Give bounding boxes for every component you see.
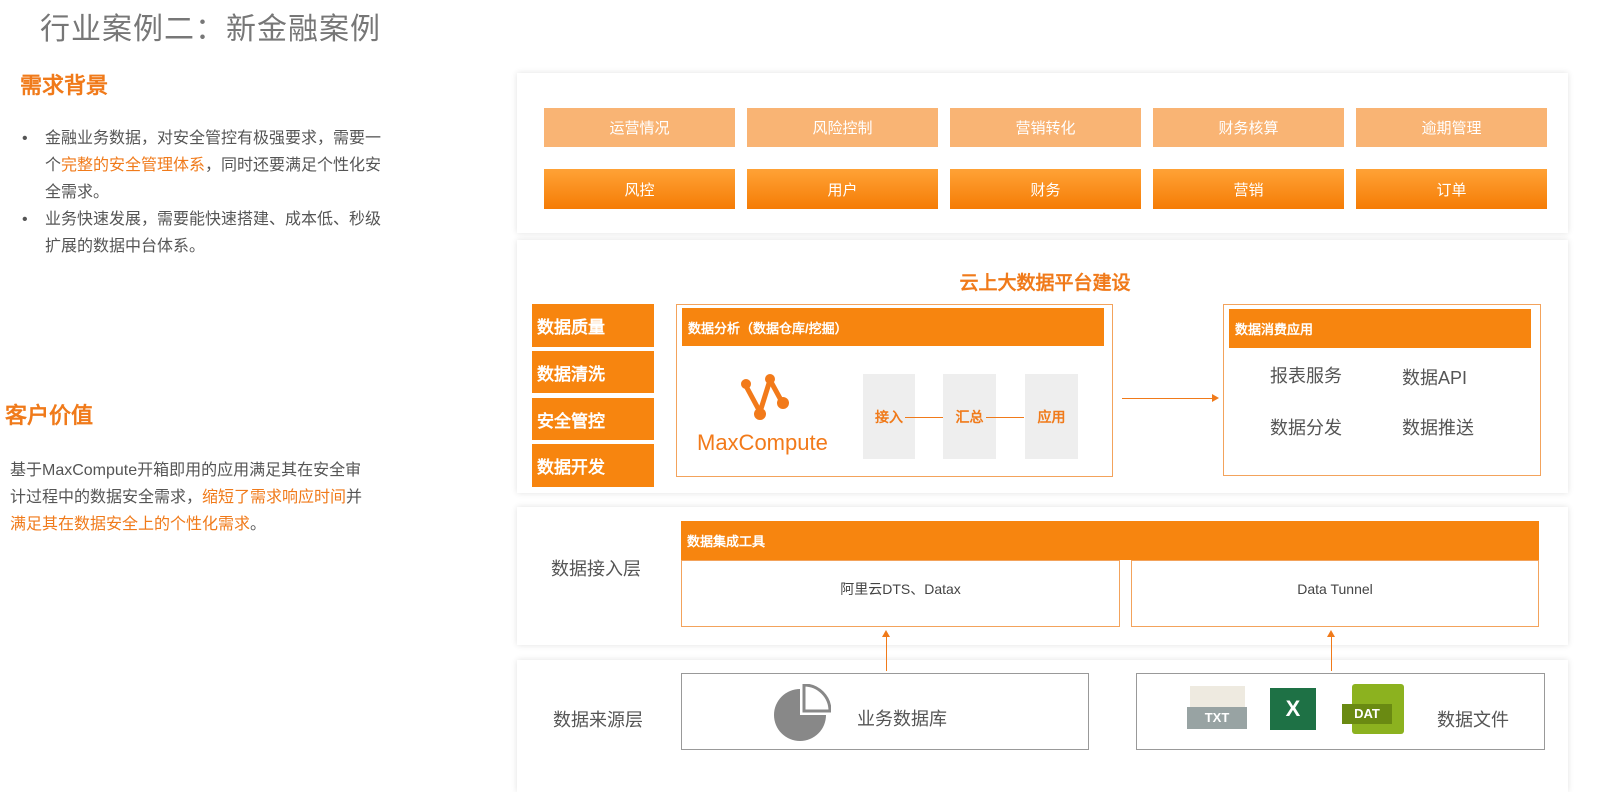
maxcompute-label: MaxCompute (697, 430, 828, 455)
arrow-right-icon (1122, 398, 1214, 399)
business-band (517, 73, 1568, 233)
value-text: 。 (250, 516, 267, 533)
arrow-up-icon (886, 635, 887, 671)
value-highlight: 缩短了需求响应时间 (202, 489, 347, 506)
consume-item: 报表服务 (1270, 366, 1342, 386)
side-box: 安全管控 (532, 398, 654, 440)
arrow-icon (986, 417, 1024, 418)
ingest-header: 数据集成工具 (681, 521, 1539, 560)
business-box: 营销转化 (950, 108, 1141, 147)
arrow-head-icon (882, 630, 890, 637)
consume-item: 数据分发 (1270, 418, 1342, 438)
files-label: 数据文件 (1437, 710, 1509, 730)
value-highlight: 满足其在数据安全上的个性化需求 (10, 516, 251, 533)
consume-header: 数据消费应用 (1229, 309, 1531, 348)
ingest-tool-box: 阿里云DTS、Datax (681, 560, 1120, 627)
bullet-1-highlight: 完整的安全管理体系 (61, 157, 206, 174)
bullet-2-text: 扩展的数据中台体系。 (45, 238, 206, 255)
maxcompute-logo-icon (741, 374, 789, 420)
arrow-icon (905, 417, 943, 418)
page-title: 行业案例二：新金融案例 (40, 13, 381, 46)
side-box: 数据质量 (532, 304, 654, 347)
database-label: 业务数据库 (857, 709, 947, 729)
business-box: 运营情况 (544, 108, 735, 147)
txt-file-body (1190, 686, 1245, 707)
domain-box: 用户 (747, 169, 938, 209)
domain-box: 营销 (1153, 169, 1344, 209)
bullet-1-text: 金融业务数据，对安全管控有极强要求，需要一 (45, 130, 382, 147)
side-box: 数据开发 (532, 444, 654, 487)
need-heading: 需求背景 (20, 73, 109, 98)
value-text: 基于MaxCompute开箱即用的应用满足其在安全审 (10, 462, 362, 479)
value-text: 并 (346, 489, 363, 506)
analysis-header: 数据分析（数据仓库/挖掘） (682, 308, 1104, 346)
domain-box: 风控 (544, 169, 735, 209)
bullet-1-text: 个 (45, 157, 62, 174)
need-bullets: • 金融业务数据，对安全管控有极强要求，需要一 个完整的安全管理体系，同时还要满足个… (22, 130, 382, 255)
arrow-up-icon (1331, 635, 1332, 671)
platform-title: 云上大数据平台建设 (959, 273, 1131, 294)
value-heading: 客户价值 (5, 403, 94, 428)
arrow-head-icon (1327, 630, 1335, 637)
consume-item: 数据API (1402, 368, 1468, 388)
value-text: 计过程中的数据安全需求， (10, 489, 203, 506)
domain-box: 订单 (1356, 169, 1547, 209)
business-box: 风险控制 (747, 108, 938, 147)
bullet-1-text: ，同时还要满足个性化安 (205, 157, 382, 174)
ingest-tool-box: Data Tunnel (1131, 560, 1539, 627)
side-box: 数据清洗 (532, 351, 654, 393)
pie-chart-icon (774, 684, 831, 741)
step-box: 应用 (1025, 374, 1078, 459)
ingest-layer-label: 数据接入层 (551, 559, 641, 579)
source-layer-label: 数据来源层 (553, 710, 643, 730)
bullet-1-text: 全需求。 (45, 184, 110, 201)
consume-item: 数据推送 (1402, 418, 1474, 438)
bullet-2-text: 业务快速发展，需要能快速搭建、成本低、秒级 (45, 211, 382, 228)
dat-file-icon: DAT (1342, 704, 1392, 724)
business-box: 逾期管理 (1356, 108, 1547, 147)
value-paragraph: 基于MaxCompute开箱即用的应用满足其在安全审 计过程中的数据安全需求，缩… (10, 457, 460, 538)
arrow-head-icon (1212, 394, 1219, 402)
domain-box: 财务 (950, 169, 1141, 209)
business-box: 财务核算 (1153, 108, 1344, 147)
txt-file-icon: TXT (1187, 707, 1247, 729)
excel-file-icon: X (1270, 688, 1316, 730)
